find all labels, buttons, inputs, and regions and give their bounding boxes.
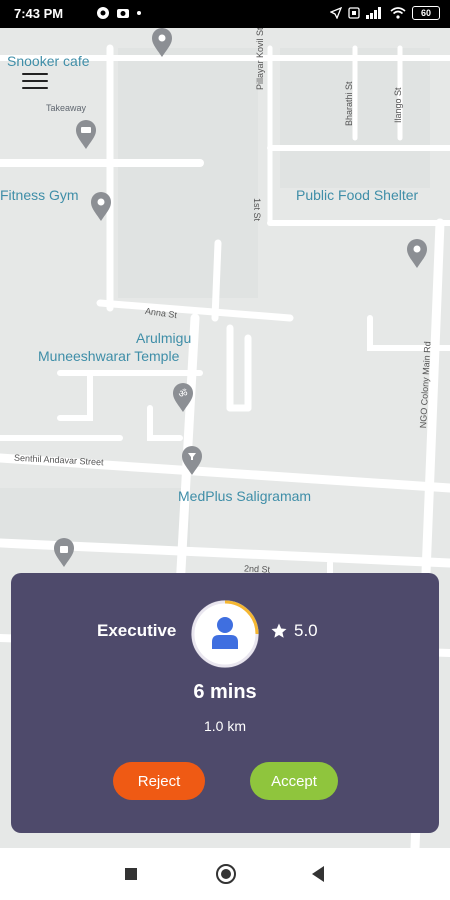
street-bharathi: Bharathi St [344,81,354,126]
accept-button[interactable]: Accept [250,762,338,800]
street-pillayar: Pillayar Kovil St [255,28,265,90]
rating-value: 5.0 [294,621,318,640]
triangle-back-icon[interactable] [310,865,326,883]
battery-icon: 60 [412,6,440,20]
sim-icon [348,7,360,19]
camera-notification-icon [117,9,129,18]
menu-button[interactable] [22,73,48,93]
circle-icon[interactable] [215,863,237,885]
place-fitness-gym[interactable]: Fitness Gym [0,187,79,203]
shelter-pin-icon[interactable] [405,239,429,269]
place-public-food-shelter[interactable]: Public Food Shelter [296,187,418,203]
svg-text:ॐ: ॐ [178,388,187,400]
place-temple-line1[interactable]: Arulmigu [136,330,191,346]
signal-icon [366,7,381,19]
hamburger-icon-bar [22,87,48,89]
dot-icon [137,11,141,15]
medplus-pin-icon[interactable] [180,446,204,476]
avatar [191,600,259,668]
street-ilango: Ilango St [393,87,403,123]
place-takeaway[interactable]: Takeaway [46,103,86,113]
place-temple-line2[interactable]: Muneeshwarar Temple [38,348,179,364]
vehicle-type-label: Executive [97,621,177,640]
status-notification-icons [96,6,142,20]
wifi-icon [390,7,406,19]
map-pin-icon[interactable] [150,28,174,58]
takeaway-pin-icon[interactable] [74,120,98,150]
status-system-icons: 60 [330,6,440,20]
star-icon [271,623,287,638]
distance-value: 1.0 km [203,718,246,734]
shopping-pin-icon[interactable] [52,538,76,568]
ride-request-card: Executive 5.0 6 mins 1.0 km Reject Accep… [11,573,439,833]
location-arrow-icon [330,7,342,19]
system-nav-bar [0,848,450,900]
user-icon [212,617,238,649]
battery-level: 60 [420,8,431,18]
temple-pin-icon[interactable]: ॐ [171,383,195,413]
gym-pin-icon[interactable] [89,192,113,222]
status-bar: 7:43 PM 60 [0,0,450,28]
place-medplus[interactable]: MedPlus Saligramam [178,488,311,504]
street-first: 1st St [252,198,262,222]
place-snooker-cafe[interactable]: Snooker cafe [7,53,90,69]
app-notification-icon [97,7,109,19]
hamburger-icon [22,73,48,75]
status-time: 7:43 PM [14,6,64,21]
eta-value: 6 mins [193,681,257,703]
hamburger-icon-bar [22,80,48,82]
reject-button[interactable]: Reject [113,762,205,800]
square-icon[interactable] [124,867,138,881]
rating: 5.0 [270,621,318,641]
